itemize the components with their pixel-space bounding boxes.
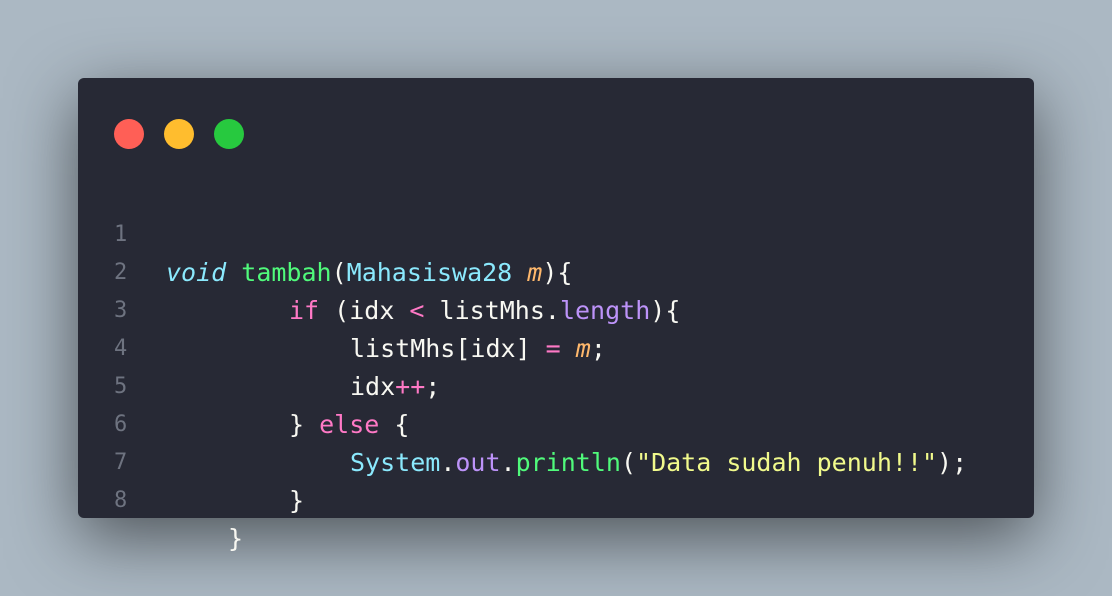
code-line: 6 System.out.println("Data sudah penuh!!…	[78, 368, 967, 477]
code-token: listMhs[idx]	[350, 334, 546, 363]
code-line: 3 listMhs[idx] = m;	[78, 254, 606, 363]
code-line: 5 } else {	[78, 330, 409, 439]
code-token: ){	[650, 296, 681, 325]
code-line: 8 }	[78, 444, 243, 553]
code-line: 7 }	[78, 406, 304, 515]
code-token: }	[289, 410, 320, 439]
code-text: idx++;	[350, 368, 440, 406]
code-text: listMhs[idx] = m;	[350, 330, 606, 368]
code-text: System.out.println("Data sudah penuh!!")…	[350, 444, 967, 482]
code-token: "Data sudah penuh!!"	[636, 448, 938, 477]
code-token: }	[228, 524, 244, 553]
code-token: idx	[350, 372, 396, 401]
code-token: listMhs.	[424, 296, 560, 325]
code-token: length	[559, 296, 651, 325]
code-token: .	[440, 448, 456, 477]
line-number: 8	[114, 488, 128, 513]
code-token: (idx	[319, 296, 410, 325]
code-token: m	[575, 334, 591, 363]
code-text: void tambah(Mahasiswa28 m){	[166, 254, 572, 292]
code-token: m	[527, 258, 543, 287]
minimize-button[interactable]	[164, 119, 194, 149]
code-token: );	[937, 448, 968, 477]
code-line: 1 void tambah(Mahasiswa28 m){	[78, 178, 572, 287]
code-token: (	[331, 258, 347, 287]
code-text: }	[228, 520, 243, 558]
close-button[interactable]	[114, 119, 144, 149]
code-token: ){	[542, 258, 573, 287]
code-token: (	[620, 448, 637, 477]
code-window: 1 void tambah(Mahasiswa28 m){ 2 if (idx …	[78, 78, 1034, 553]
code-text: if (idx < listMhs.length){	[289, 292, 680, 330]
code-text: }	[289, 482, 304, 520]
code-token: ++	[395, 372, 426, 401]
code-token: void	[166, 258, 227, 287]
code-token: System	[350, 448, 441, 477]
code-token: if	[289, 296, 320, 325]
code-token: ;	[425, 372, 441, 401]
code-token: Mahasiswa28	[346, 258, 513, 287]
code-token: .	[500, 448, 516, 477]
code-token: ;	[590, 334, 606, 363]
code-token: tambah	[241, 258, 332, 287]
code-token: <	[409, 296, 425, 325]
code-token: println	[515, 448, 621, 477]
code-line: 2 if (idx < listMhs.length){	[78, 216, 680, 325]
code-token: }	[289, 486, 305, 515]
code-token: =	[545, 334, 561, 363]
maximize-button[interactable]	[214, 119, 244, 149]
code-token: out	[455, 448, 501, 477]
code-text: } else {	[289, 406, 409, 444]
code-token: else	[319, 410, 380, 439]
code-token: {	[379, 410, 410, 439]
code-line: 4 idx++;	[78, 292, 440, 401]
